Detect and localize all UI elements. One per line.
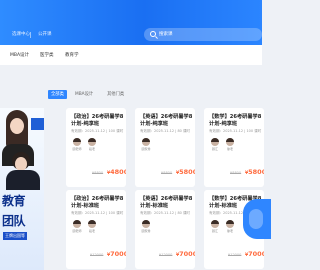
- original-price: ¥8800: [230, 171, 242, 175]
- course-validity: 有效期：2025.11.12 | 100 课时: [71, 211, 124, 215]
- avatar: [73, 220, 81, 228]
- sale-price: ¥7000: [107, 250, 126, 258]
- sale-price: ¥4800: [107, 168, 126, 176]
- course-title: 【英语】26考研暑学8计划-标准班: [140, 196, 193, 209]
- course-card[interactable]: 【英语】26考研暑学8计划-纯享班 有效期：2025.11.12 | 80 课时…: [135, 108, 195, 187]
- sale-price: ¥5800: [176, 168, 195, 176]
- avatar: [142, 138, 150, 146]
- nav-open-class[interactable]: 公开课: [38, 31, 52, 37]
- original-price: ¥12000: [159, 253, 173, 257]
- course-validity: 有效期：2025.11.12 | 100 课时: [71, 129, 124, 133]
- promo-banner[interactable]: 教育 团队 王牌出国等: [0, 108, 44, 270]
- teacher-name: 颖汇: [211, 147, 218, 151]
- filter-mba[interactable]: MBA设计: [72, 90, 96, 99]
- banner-tagline: 王牌出国等: [3, 232, 27, 240]
- teacher-name: 段老: [88, 229, 95, 233]
- course-card[interactable]: 【英语】26考研暑学8计划-标准班 有效期：2025.11.12 | 80 课时…: [135, 190, 195, 269]
- category-mba[interactable]: MBA设计: [10, 52, 29, 58]
- original-price: ¥12000: [228, 253, 242, 257]
- chat-icon: [249, 209, 263, 229]
- filter-bar: 全部类 MBA设计 其他门类: [0, 88, 262, 102]
- teacher-name: 徐老: [226, 229, 233, 233]
- sale-price: ¥7000: [176, 250, 195, 258]
- floating-service-button[interactable]: [243, 199, 271, 239]
- avatar: [88, 138, 96, 146]
- teacher-name: 顾家秀: [141, 229, 151, 233]
- course-title: 【英语】26考研暑学8计划-纯享班: [140, 114, 193, 127]
- teacher-name: 段老: [88, 147, 95, 151]
- course-validity: 有效期：2025.11.12 | 80 课时: [140, 129, 191, 133]
- banner-badge: [31, 118, 44, 130]
- teacher-name: 颖汇: [211, 229, 218, 233]
- course-card[interactable]: 【政治】26考研暑学8计划-纯享班 有效期：2025.11.12 | 100 课…: [66, 108, 126, 187]
- original-price: ¥12000: [90, 253, 104, 257]
- search-input[interactable]: 搜索课: [144, 28, 262, 41]
- sale-price: ¥7000: [245, 250, 264, 258]
- teacher-name: 顾家秀: [141, 147, 151, 151]
- avatar: [226, 220, 234, 228]
- banner-headline-2: 团队: [2, 214, 26, 228]
- sale-price: ¥5800: [245, 168, 264, 176]
- avatar: [211, 220, 219, 228]
- search-icon: [150, 31, 156, 37]
- course-validity: 有效期：2025.11.12 | 80 课时: [140, 211, 191, 215]
- avatar: [88, 220, 96, 228]
- category-medicine[interactable]: 医学类: [40, 52, 54, 58]
- course-title: 【政治】26考研暑学8计划-标准班: [71, 196, 124, 209]
- original-price: ¥8800: [161, 171, 173, 175]
- original-price: ¥8800: [92, 171, 104, 175]
- course-card[interactable]: 【政治】26考研暑学8计划-标准班 有效期：2025.11.12 | 100 课…: [66, 190, 126, 269]
- category-education[interactable]: 教育学: [65, 52, 79, 58]
- top-header: 选课中心 公开课 搜索课: [0, 0, 262, 45]
- nav-divider: [30, 32, 31, 38]
- course-card[interactable]: 【数学】26考研暑学8计划-纯享班 有效期：2025.11.12 | 100 课…: [204, 108, 264, 187]
- course-title: 【政治】26考研暑学8计划-纯享班: [71, 114, 124, 127]
- category-bar: MBA设计 医学类 教育学: [0, 45, 262, 65]
- course-validity: 有效期：2025.11.12 | 100 课时: [209, 129, 262, 133]
- banner-headline: 教育: [2, 194, 26, 208]
- teacher-name: 徐老: [226, 147, 233, 151]
- teacher-name: 顾老师: [72, 229, 82, 233]
- course-title: 【数学】26考研暑学8计划-纯享班: [209, 114, 262, 127]
- filter-other[interactable]: 其他门类: [104, 90, 127, 99]
- nav-course-center[interactable]: 选课中心: [12, 31, 30, 37]
- avatar: [142, 220, 150, 228]
- avatar: [226, 138, 234, 146]
- search-placeholder: 搜索课: [159, 32, 173, 37]
- teacher-name: 顾老师: [72, 147, 82, 151]
- filter-all[interactable]: 全部类: [48, 90, 67, 99]
- avatar: [211, 138, 219, 146]
- avatar: [73, 138, 81, 146]
